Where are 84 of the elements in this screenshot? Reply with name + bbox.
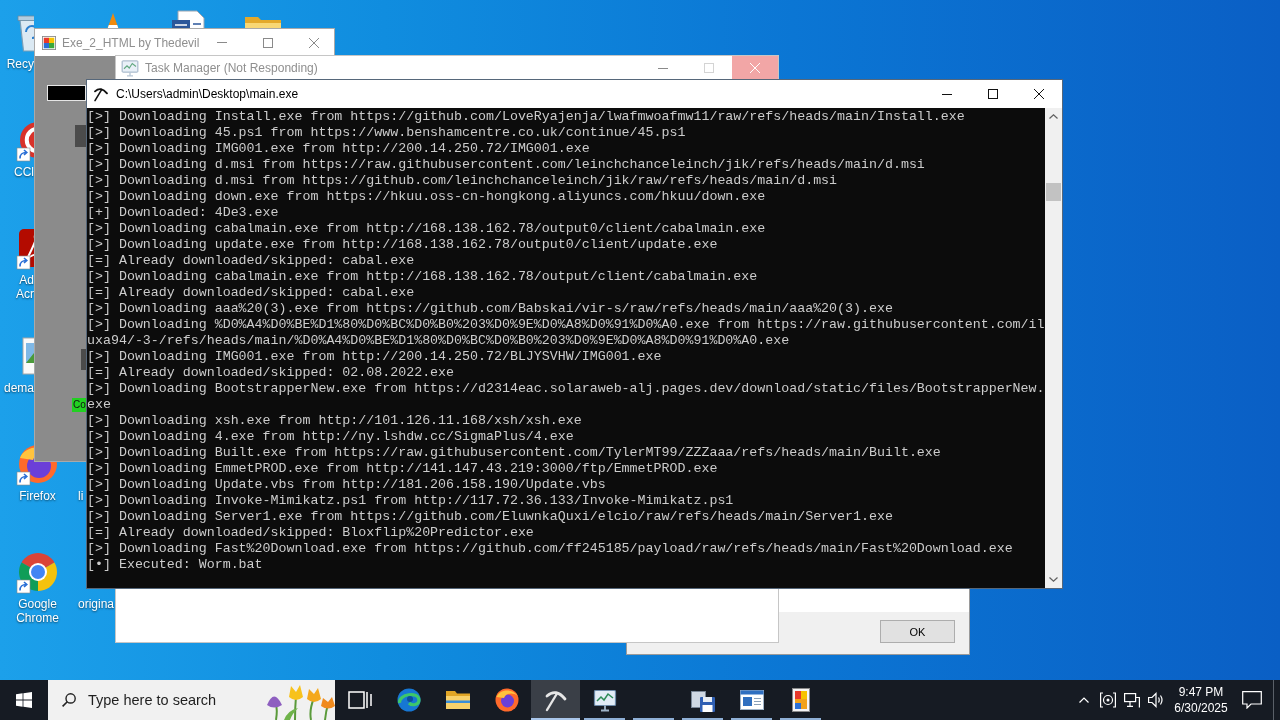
console-line: [>] Downloading BootstrapperNew.exe from https://d2314eac.solaraweb-alj.pages.dev/download/static/files/BootstrapperNew. [87,381,1045,397]
search-bar[interactable]: Type here to search [48,680,335,720]
close-button[interactable] [732,56,778,80]
icon-label: Google Chrome [15,597,60,625]
maximize-icon [988,89,998,99]
pickaxe-icon [543,688,568,712]
network-icon [1124,692,1140,708]
console-line: [>] Downloading cabalmain.exe from http://168.138.162.78/output0/client/cabalmain.exe [87,221,767,237]
clock-date[interactable]: 6/30/2025 [1174,700,1228,716]
icon-label: Recy [5,57,34,71]
maximize-icon [704,63,714,73]
console-line: [>] Downloading cabalmain.exe from http://168.138.162.78/output/client/cabalmain.exe [87,269,759,285]
console-line: [>] Downloading xsh.exe from http://101.126.11.168/xsh/xsh.exe [87,413,583,429]
maximize-icon [263,37,274,48]
window-title: C:\Users\admin\Desktop\main.exe [116,87,299,101]
console-line: [>] Downloading 45.ps1 from https://www.benshamcentre.co.uk/continue/45.ps1 [87,125,687,141]
search-icon [62,693,76,707]
speech-bubble-icon [1242,691,1262,709]
minimize-icon [658,67,668,69]
window-title: Exe_2_HTML by Thedevil [62,35,200,50]
close-icon [750,63,760,73]
console-line: [>] Downloading Update.vbs from http://181.206.158.190/Update.vbs [87,477,607,493]
scrollbar[interactable] [1045,108,1062,588]
console-line: [=] Already downloaded/skipped: cabal.exe [87,285,416,301]
search-field[interactable]: Type here to search [88,692,222,708]
console-line: [=] Already downloaded/skipped: Bloxflip%20Predictor.exe [87,525,535,541]
caret-up-icon [1078,697,1089,703]
console-line: exe [87,397,112,413]
console-line: [>] Downloading %D0%A4%D0%BE%D1%80%D0%BC%D0%B0%203%D0%9E%D0%A8%D0%91%D0%A0.exe from https://raw.githubusercontent.com/il [87,317,1045,333]
console-line: [>] Downloading Built.exe from https://raw.githubusercontent.com/TylerMT99/ZZZaaa/refs/heads/main/Built.exe [87,445,942,461]
console-line: [>] Downloading down.exe from https://hkuu.oss-cn-hongkong.aliyuncs.com/hkuu/down.exe [87,189,767,205]
swirl-tile-icon[interactable] [15,226,34,270]
task-view-icon [347,688,372,712]
control-edge [81,349,86,370]
icon-label: origina [78,597,115,611]
floppy-disk-icon [690,688,715,712]
clock-time[interactable]: 9:47 PM [1178,684,1224,700]
icon-label: CCl [13,165,34,179]
icon-label: li [78,489,84,503]
segmented-circle-icon[interactable] [15,550,60,594]
fox-globe-icon [494,688,519,712]
minimize-icon [217,42,228,43]
console-line: [>] Downloading IMG001.exe from http://200.14.250.72/BLJYSVHW/IMG001.exe [87,349,663,365]
scrollbar-thumb[interactable] [1046,183,1061,201]
close-icon [1034,89,1044,99]
taskbar-button[interactable] [531,680,580,720]
close-icon [309,37,320,48]
icon-label: dema [3,381,34,395]
console-line: [=] Already downloaded/skipped: 02.08.2022.exe [87,365,456,381]
console-line: [>] Downloading Fast%20Download.exe from https://github.com/ff245185/payload/raw/refs/heads/main/Fast%20Download.exe [87,541,1014,557]
text-label: Co [72,398,86,412]
monitor-chart-icon [592,688,617,712]
device-icon [1100,692,1116,708]
console-line: [>] Downloading Install.exe from https://github.com/LoveRyajenja/lwafmwoafmw11/raw/refs/heads/main/Install.exe [87,109,966,125]
icon-label: Firefox [18,489,57,503]
caret-up-icon[interactable] [1049,114,1058,119]
blocks-window-icon [42,35,56,50]
console-line: [>] Downloading d.msi from https://raw.githubusercontent.com/leinchchanceleinch/jik/refs/heads/main/d.msi [87,157,926,173]
control-edge [75,125,86,147]
console-line: [>] Downloading Server1.exe from https://github.com/EluwnkaQuxi/elcio/raw/refs/heads/main/Server1.exe [87,509,894,525]
ok-button[interactable]: OK [880,620,955,643]
caret-down-icon[interactable] [1049,577,1058,582]
console-line: [>] Downloading update.exe from http://168.138.162.78/output0/client/update.exe [87,237,719,253]
speaker-icon [1148,692,1164,708]
monitor-chart-icon [121,59,139,77]
console-line: [•] Executed: Worm.bat [87,557,264,573]
input-field[interactable] [47,85,86,101]
pickaxe-icon [93,86,109,102]
console-line: [>] Downloading d.msi from https://github.com/leinchchanceleinch/jik/raw/refs/heads/main/d.msi [87,173,839,189]
console-line: [>] Downloading aaa%20(3).exe from https://github.com/Babskai/vir-s/raw/refs/heads/main/aaa%20(3).exe [87,301,894,317]
console-line: uxa94/-3-/refs/heads/main/%D0%A4%D0%BE%D1%80%D0%BC%D0%B0%203%D0%9E%D0%A8%D0%91%D0%A0.exe [87,333,791,349]
window-title: Task Manager (Not Responding) [145,61,318,75]
icon-label: Ad Acr [15,273,34,301]
swirl-icon [396,688,421,712]
console-line: [>] Downloading IMG001.exe from http://200.14.250.72/IMG001.exe [87,141,591,157]
folder-icon [445,688,470,712]
console-line: [>] Downloading EmmetPROD.exe from http://141.147.43.219:3000/ftp/EmmetPROD.exe [87,461,719,477]
console-line: [>] Downloading Invoke-Mimikatz.ps1 from http://117.72.36.133/Invoke-Mimikatz.ps1 [87,493,735,509]
console-line: [+] Downloaded: 4De3.exe [87,205,280,221]
console-line: [>] Downloading 4.exe from http://ny.lshdw.cc/SigmaPlus/4.exe [87,429,575,445]
console-line: [=] Already downloaded/skipped: cabal.exe [87,253,416,269]
four-panes-icon [16,692,32,708]
minimize-icon [942,93,952,95]
window-icon [739,688,764,712]
